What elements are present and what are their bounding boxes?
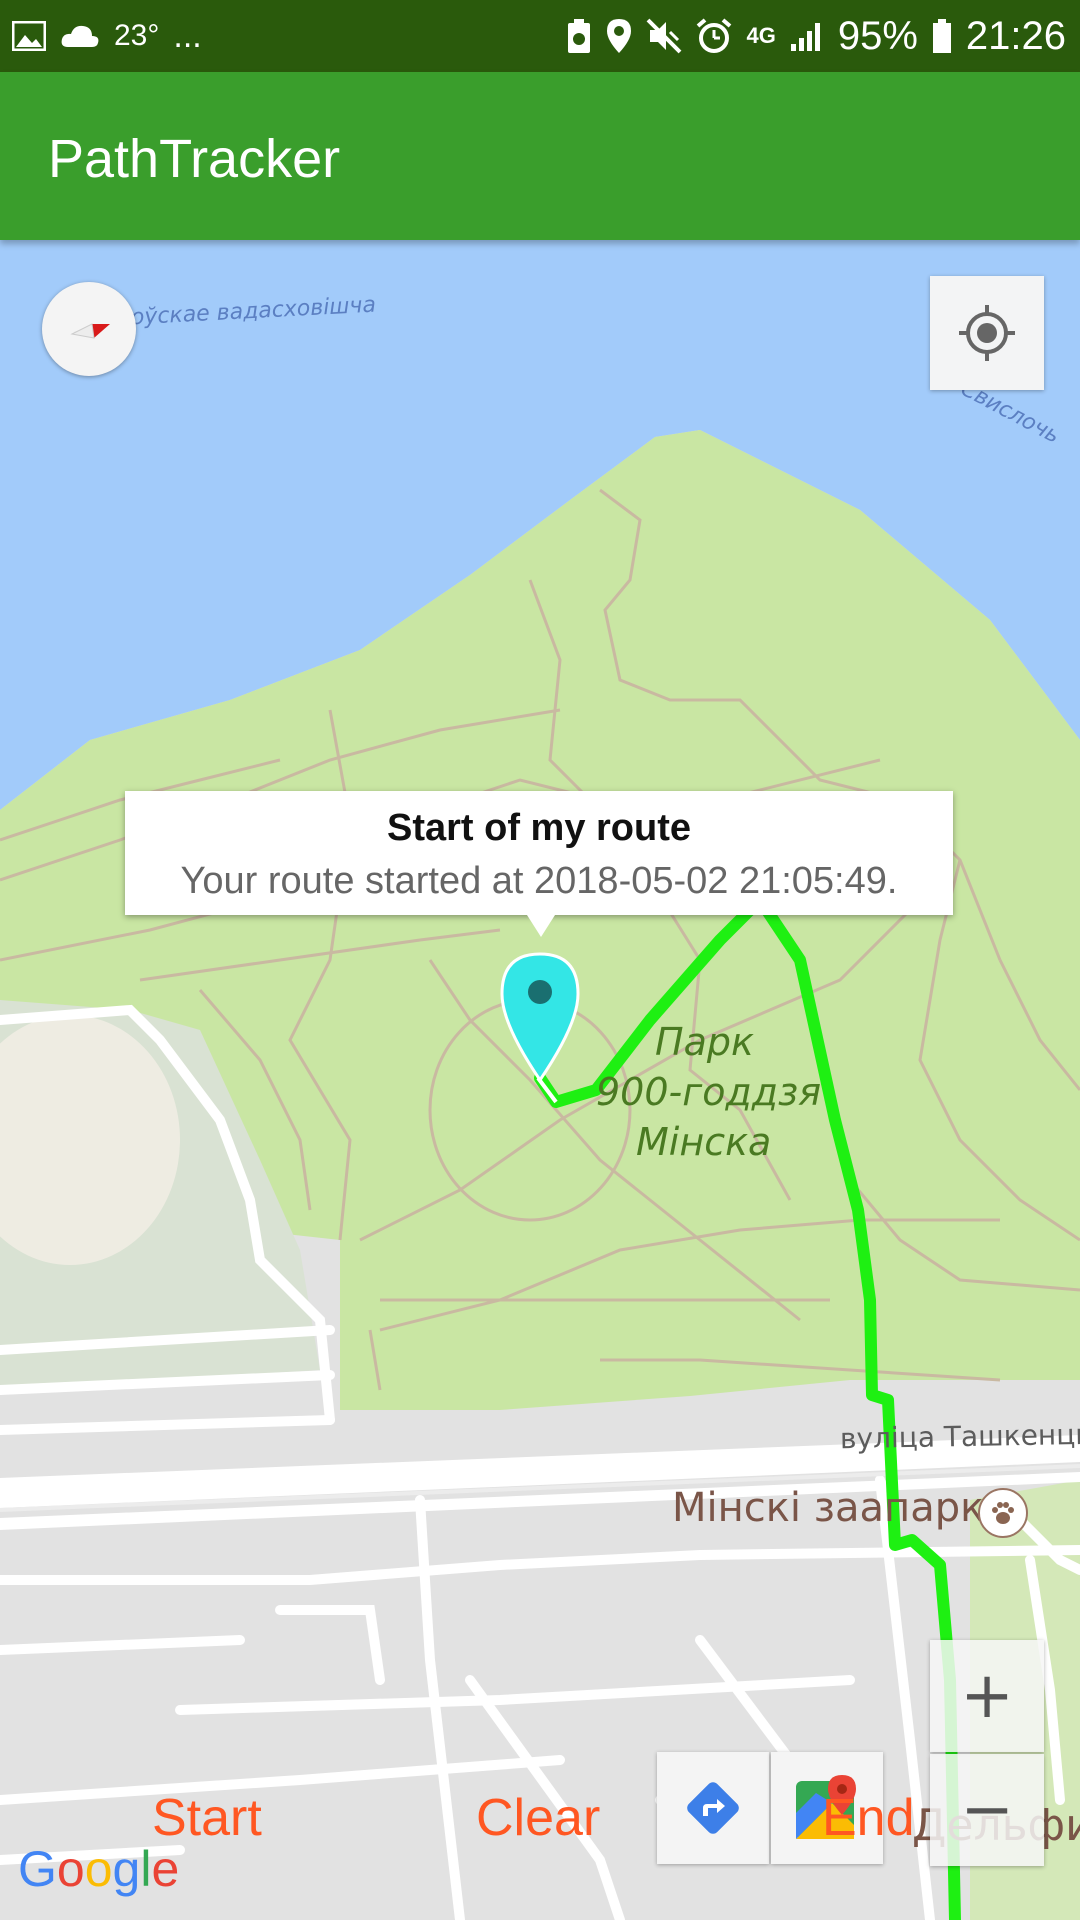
app-bar: PathTracker — [0, 72, 1080, 240]
directions-button[interactable] — [657, 1752, 769, 1864]
end-button[interactable]: End — [822, 1788, 915, 1848]
mute-icon — [646, 18, 682, 54]
gallery-icon — [12, 21, 46, 51]
directions-icon — [687, 1782, 739, 1834]
zoo-label: Мінскі заапарк — [672, 1485, 985, 1531]
compass-icon — [70, 323, 110, 339]
temperature: 23° — [114, 19, 160, 52]
compass-button[interactable] — [42, 282, 136, 376]
cloud-icon — [60, 23, 100, 49]
app-title: PathTracker — [48, 129, 341, 189]
paw-icon — [978, 1488, 1028, 1538]
more-notifications: ... — [173, 16, 202, 55]
park-label-line3: Мінска — [636, 1120, 772, 1164]
park-label-line2: 900-годдзя — [596, 1070, 822, 1114]
google-logo: Google — [18, 1841, 180, 1897]
battery-saver-icon — [566, 18, 592, 54]
street-label: вуліца Ташкенцк — [839, 1417, 1080, 1456]
clock: 21:26 — [965, 13, 1066, 58]
battery-percent: 95% — [837, 13, 918, 58]
info-window-snippet: Your route started at 2018-05-02 21:05:4… — [180, 860, 898, 902]
start-button[interactable]: Start — [152, 1788, 262, 1848]
location-icon — [606, 18, 632, 54]
info-window-title: Start of my route — [386, 807, 692, 849]
clear-button[interactable]: Clear — [476, 1788, 600, 1848]
zoom-in-button[interactable]: + — [930, 1640, 1044, 1752]
status-bar: 23° ... 4G 95% 21:26 — [0, 0, 1080, 72]
park-label-line1: Парк — [655, 1020, 754, 1064]
info-window[interactable]: Start of my route Your route started at … — [125, 791, 953, 937]
signal-icon — [790, 20, 824, 52]
network-type: 4G — [746, 23, 776, 48]
route-start-marker[interactable] — [498, 952, 582, 1087]
zoom-out-button[interactable]: − — [930, 1754, 1044, 1866]
map-view[interactable]: ...жоўскае вадасховішча Свислочь Парк 90… — [0, 240, 1080, 1920]
my-location-icon — [959, 305, 1015, 361]
map-pin-icon — [500, 952, 580, 1083]
my-location-button[interactable] — [930, 276, 1044, 390]
battery-icon — [932, 18, 952, 54]
alarm-icon — [696, 18, 732, 54]
